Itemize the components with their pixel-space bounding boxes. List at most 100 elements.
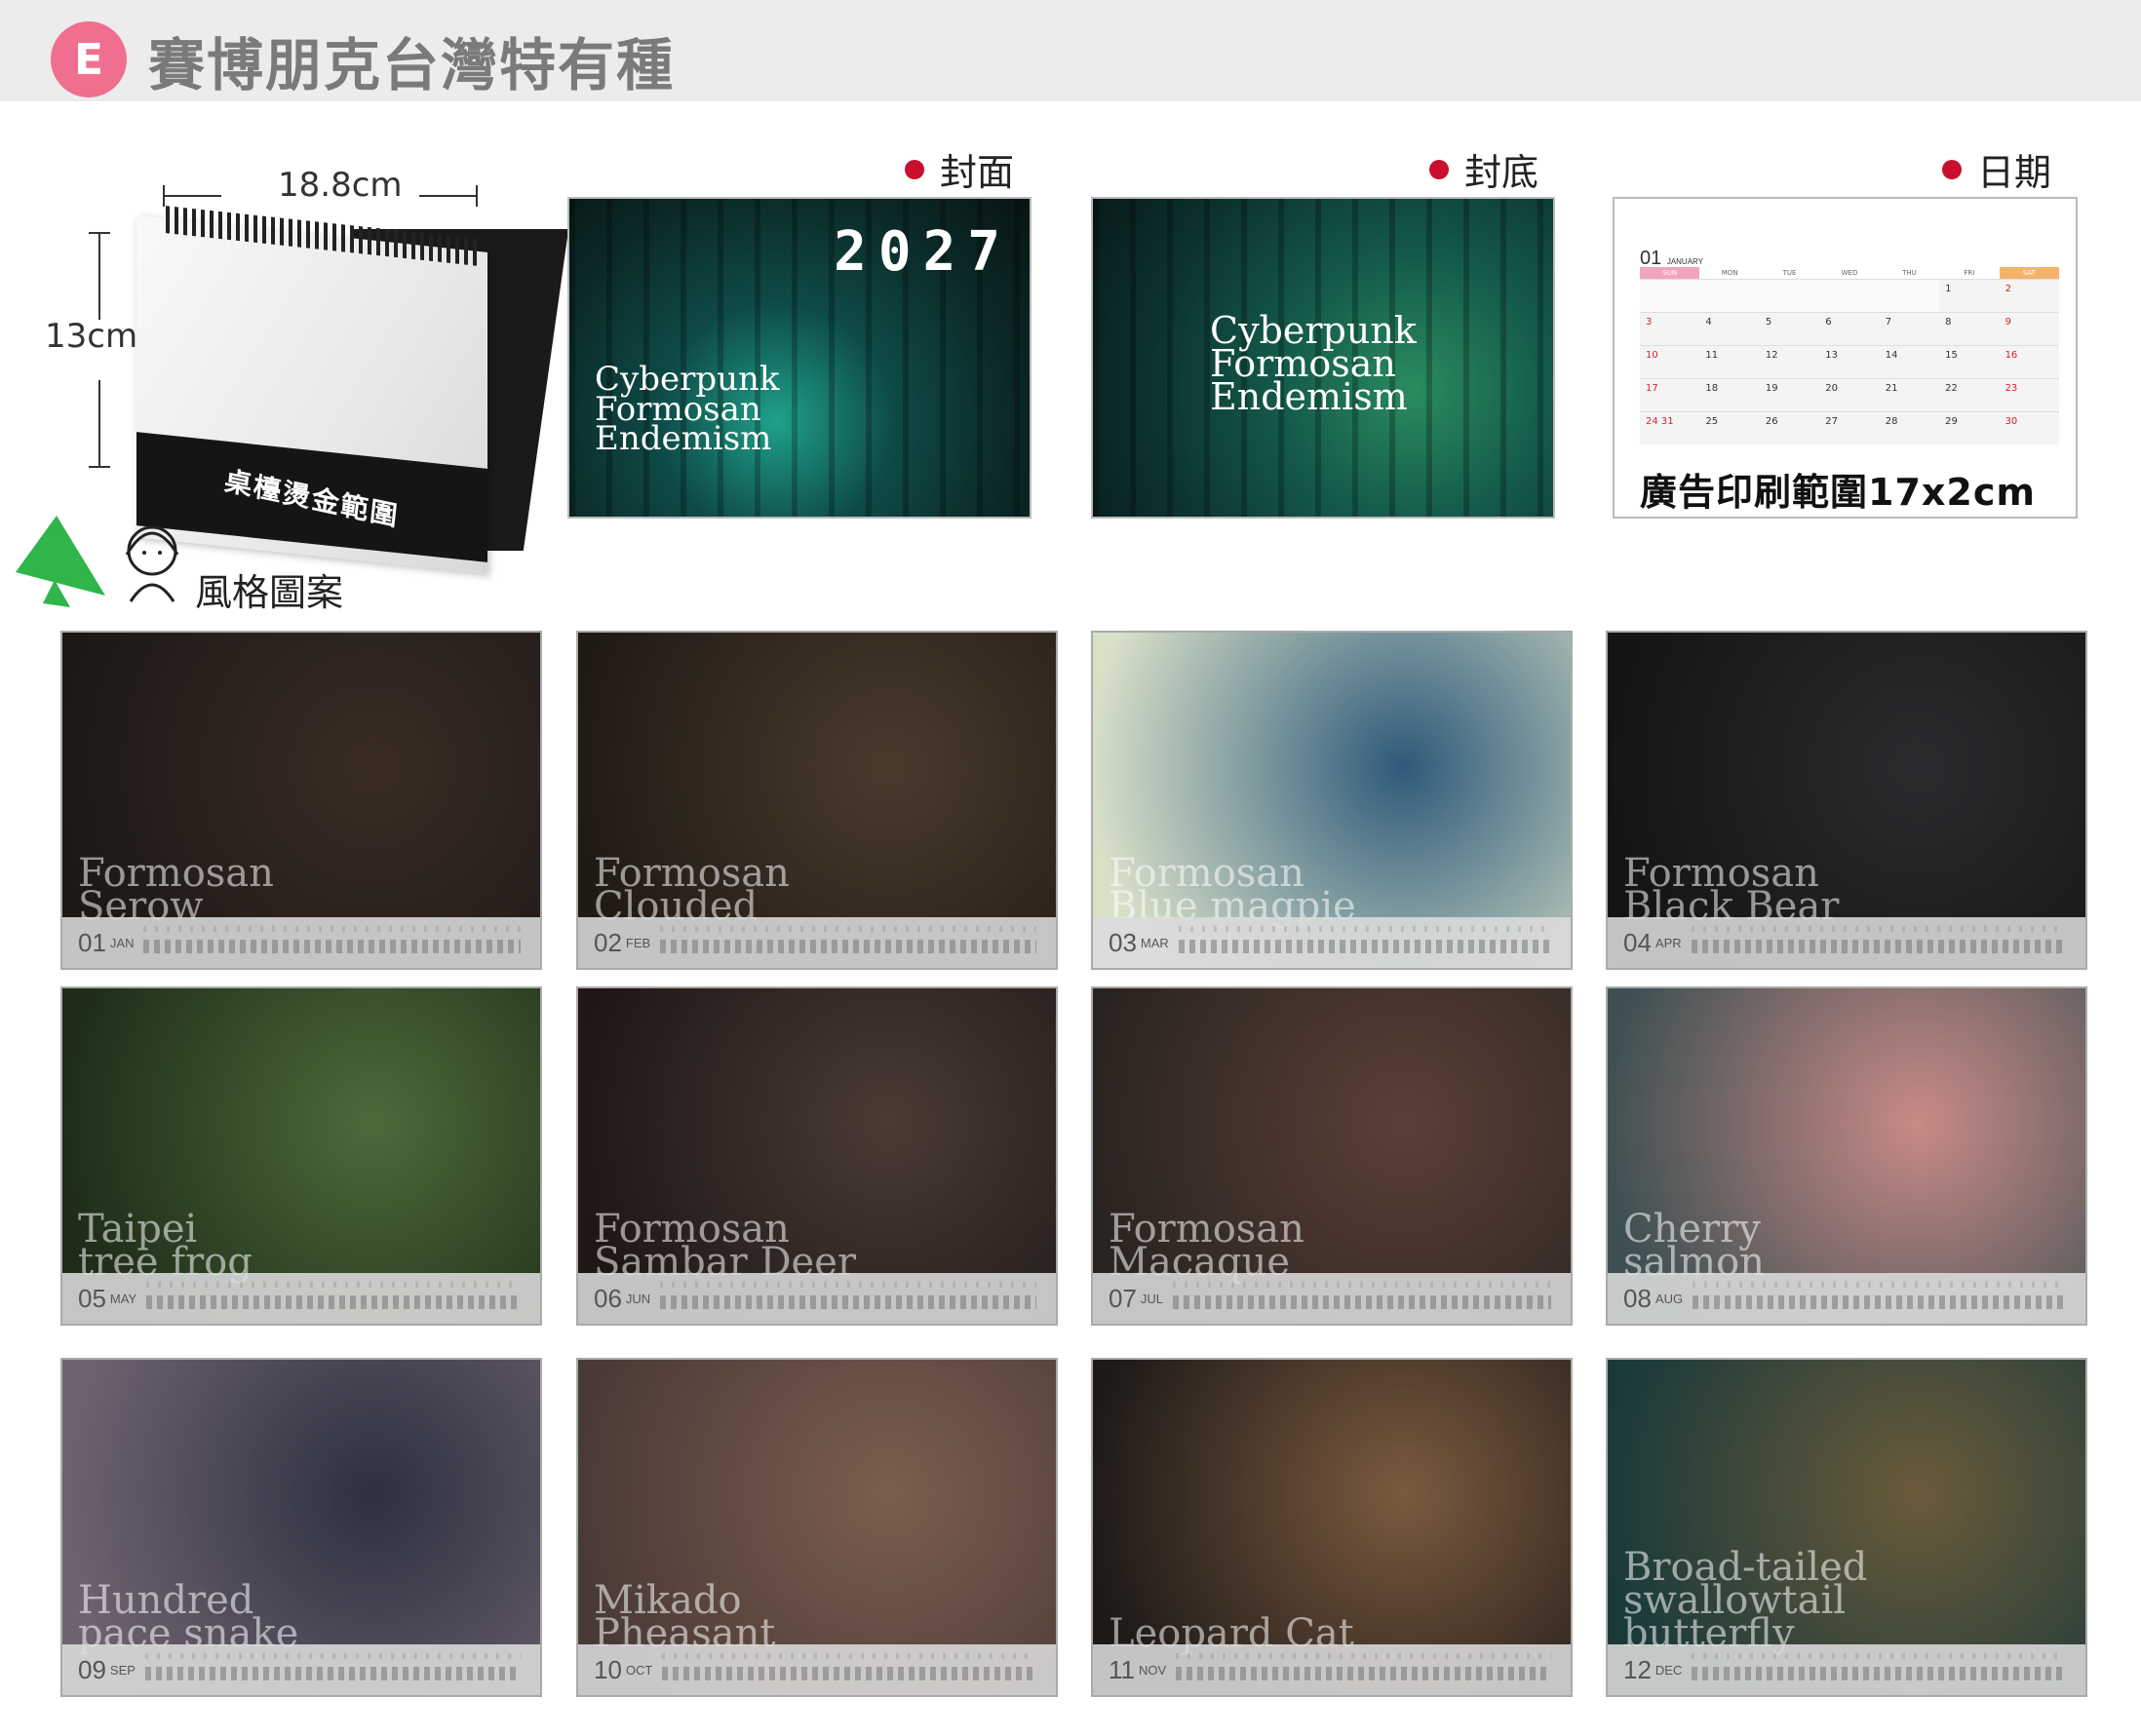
- month-date-strip: 09 SEP: [62, 1644, 540, 1695]
- weekday-header: MON: [1721, 269, 1738, 277]
- month-name: MAR: [1140, 935, 1169, 950]
- date-cell: 23: [1999, 378, 2059, 411]
- month-name: DEC: [1654, 1662, 1683, 1678]
- month-number: 08: [1623, 1283, 1652, 1313]
- date-cell: 19: [1759, 378, 1820, 411]
- month-page: Formosan Clouded 02 FEB: [576, 631, 1058, 970]
- month-number: 01: [78, 927, 106, 957]
- date-cell: [1879, 279, 1940, 312]
- month-number: 10: [594, 1654, 622, 1684]
- month-date-strip: 03 MAR: [1093, 917, 1571, 968]
- month-animal-title: Formosan Sambar Deer: [594, 1210, 856, 1282]
- month-animal-title: Taipei tree frog: [78, 1210, 253, 1282]
- date-cell: [1640, 279, 1700, 312]
- date-cell: 6: [1819, 312, 1880, 345]
- height-dim-tick-bottom: [89, 466, 110, 468]
- weekday-header: WED: [1841, 269, 1858, 277]
- month-name: OCT: [625, 1662, 653, 1678]
- date-calendar-grid: SUN MON TUE WED THU FRI SAT 1 2 3 4 5 6 7 8 9 10 11 12 13 14…: [1640, 267, 2059, 444]
- date-cell: 24 31: [1640, 411, 1700, 444]
- month-name: JUL: [1140, 1291, 1164, 1306]
- date-cell: 12: [1759, 345, 1820, 378]
- date-cell: [1699, 279, 1760, 312]
- month-name: SEP: [109, 1662, 136, 1678]
- red-dot-icon: [1942, 159, 1962, 179]
- month-animal-title: Hundred pace snake: [78, 1581, 298, 1653]
- month-name: APR: [1654, 935, 1682, 950]
- month-page: Hundred pace snake 09 SEP: [60, 1358, 542, 1697]
- month-date-strip: 01 JAN: [62, 917, 540, 968]
- date-cell: 29: [1939, 411, 2000, 444]
- month-day-row: [660, 1282, 1036, 1309]
- date-cell: 17: [1640, 378, 1700, 411]
- month-name: FEB: [625, 935, 651, 950]
- month-day-row: [1693, 1282, 2066, 1309]
- month-date-strip: 11 NOV: [1093, 1644, 1571, 1695]
- month-page: Formosan Serow 01 JAN: [60, 631, 542, 970]
- month-page: Broad-tailed swallowtail butterfly 12 DEC: [1606, 1358, 2087, 1697]
- month-animal-title: Formosan Macaque: [1109, 1210, 1304, 1282]
- month-page: Leopard Cat 11 NOV: [1091, 1358, 1573, 1697]
- date-cell: 2: [1999, 279, 2059, 312]
- date-cell: 26: [1759, 411, 1820, 444]
- month-number: 05: [78, 1283, 106, 1313]
- ad-print-area-label: 廣告印刷範圍17x2cm: [1640, 471, 2036, 514]
- section-badge: E: [51, 21, 127, 97]
- cover-back-label-text: 封底: [1464, 151, 1539, 194]
- month-date-strip: 07 JUL: [1093, 1273, 1571, 1324]
- width-dimension-label: 18.8cm: [278, 166, 403, 205]
- weekday-header: SUN: [1640, 267, 1700, 279]
- month-day-row: [1173, 1282, 1551, 1309]
- front-cover-title: Cyberpunk Formosan Endemism: [595, 363, 780, 459]
- date-cell: 7: [1879, 312, 1940, 345]
- date-cell: 16: [1999, 345, 2059, 378]
- month-animal-title: Mikado Pheasant: [594, 1581, 775, 1653]
- style-pattern-label: 風格圖案: [16, 512, 347, 614]
- weekday-header: THU: [1902, 269, 1917, 277]
- date-cell: 5: [1759, 312, 1820, 345]
- red-dot-icon: [1429, 159, 1449, 179]
- date-cell: 21: [1879, 378, 1940, 411]
- date-cell: 11: [1699, 345, 1760, 378]
- date-cell: 9: [1999, 312, 2059, 345]
- month-day-row: [1691, 926, 2067, 953]
- month-animal-title: Broad-tailed swallowtail butterfly: [1623, 1548, 1867, 1653]
- desk-calendar-illustration: 18.8cm 13cm 桌檯燙金範圍: [39, 156, 569, 574]
- month-date-strip: 06 JUN: [578, 1273, 1056, 1324]
- month-day-row: [1178, 926, 1552, 953]
- month-date-strip: 04 APR: [1608, 917, 2085, 968]
- style-label-text: 風格圖案: [195, 571, 344, 614]
- date-cell: 14: [1879, 345, 1940, 378]
- cover-year: 2027: [834, 220, 1012, 284]
- date-cell: 30: [1999, 411, 2059, 444]
- month-number: 03: [1109, 927, 1137, 957]
- month-page: Cherry salmon 08 AUG: [1606, 986, 2087, 1326]
- date-cell: 28: [1879, 411, 1940, 444]
- front-cover-image: 2027 Cyberpunk Formosan Endemism: [567, 197, 1032, 519]
- month-date-strip: 08 AUG: [1608, 1273, 2085, 1324]
- date-cell: 10: [1640, 345, 1700, 378]
- month-day-row: [146, 1282, 521, 1309]
- cover-front-label: 封面: [905, 142, 1014, 196]
- date-cell: 15: [1939, 345, 2000, 378]
- month-day-row: [660, 926, 1036, 953]
- width-dim-line-left: [163, 195, 221, 197]
- month-number: 12: [1623, 1654, 1652, 1684]
- height-dimension-label: 13cm: [45, 317, 138, 356]
- cover-back-label: 封底: [1429, 142, 1538, 196]
- month-animal-title: Formosan Clouded: [594, 854, 790, 926]
- date-cell: 4: [1699, 312, 1760, 345]
- height-dim-line-top: [98, 232, 100, 320]
- date-cell: [1819, 279, 1880, 312]
- month-day-row: [144, 1653, 522, 1680]
- width-dim-line-right: [419, 195, 478, 197]
- month-name: MAY: [109, 1291, 137, 1306]
- date-cell: 1: [1939, 279, 2000, 312]
- month-day-row: [662, 1653, 1036, 1680]
- month-name: JUN: [625, 1291, 651, 1306]
- month-name: AUG: [1654, 1291, 1684, 1306]
- month-number: 11: [1109, 1654, 1135, 1684]
- front-title-line: Endemism: [595, 419, 772, 459]
- month-page: Taipei tree frog 05 MAY: [60, 986, 542, 1326]
- date-month-name: JANUARY: [1666, 257, 1704, 266]
